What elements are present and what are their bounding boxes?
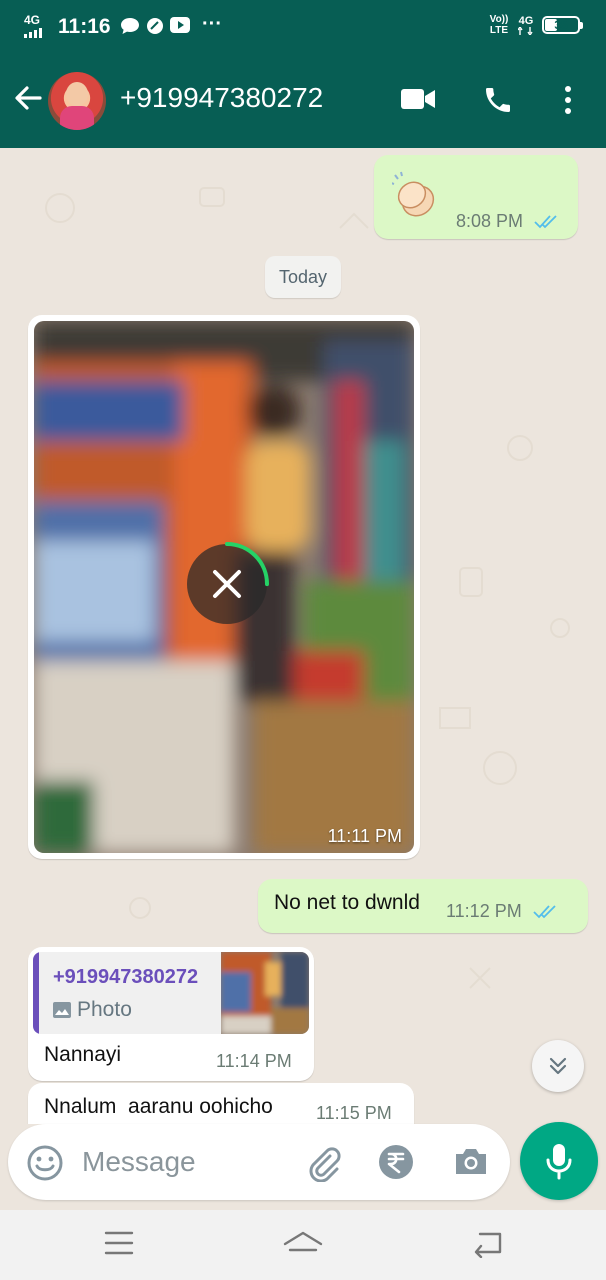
message-time: 11:11 PM bbox=[327, 826, 402, 846]
rupee-icon[interactable] bbox=[378, 1144, 414, 1180]
quote-accent-bar bbox=[33, 952, 39, 1034]
date-divider: Today bbox=[265, 256, 341, 298]
signal-icon bbox=[24, 28, 42, 38]
message-time: 11:14 PM bbox=[216, 1051, 292, 1071]
cancel-download-icon[interactable] bbox=[184, 541, 270, 627]
back-nav-icon[interactable] bbox=[472, 1230, 504, 1258]
more-vert-icon[interactable] bbox=[556, 84, 580, 116]
message-text: Nannayi bbox=[44, 1043, 122, 1066]
clock: 11:16 bbox=[58, 15, 111, 38]
home-icon[interactable] bbox=[282, 1230, 324, 1260]
message-input[interactable] bbox=[82, 1144, 282, 1180]
battery-icon: 35 bbox=[542, 16, 583, 34]
scroll-down-button[interactable] bbox=[532, 1040, 584, 1092]
quoted-sender: +919947380272 bbox=[53, 966, 199, 988]
quoted-type-label: Photo bbox=[77, 998, 132, 1021]
battery-level: 35 bbox=[554, 18, 568, 32]
message-text: Nnalum aaranu oohicho bbox=[44, 1095, 273, 1118]
message-notification-icon bbox=[121, 18, 139, 34]
app-notification-icon bbox=[147, 18, 163, 34]
attach-icon[interactable] bbox=[304, 1144, 342, 1182]
status-right: Vo)) LTE 4G 35 bbox=[488, 14, 583, 36]
chat-area[interactable]: 8:08 PM Today 11:11 PM No net to dwnld 1… bbox=[0, 148, 606, 1124]
message-time: 8:08 PM bbox=[456, 211, 524, 231]
chat-header: +919947380272 bbox=[0, 52, 606, 148]
status-bar: 4G 11:16 ··· Vo)) LTE 4G 35 bbox=[0, 0, 606, 52]
quoted-photo-thumbnail bbox=[221, 952, 309, 1034]
network-indicator: 4G bbox=[24, 14, 46, 38]
lte-indicator: 4G bbox=[518, 14, 534, 35]
message-photo[interactable]: 11:11 PM bbox=[28, 315, 420, 859]
avatar-face bbox=[66, 82, 88, 106]
contact-avatar[interactable] bbox=[48, 72, 106, 130]
video-call-icon[interactable] bbox=[400, 84, 436, 114]
clapping-hands-emoji bbox=[392, 171, 435, 217]
youtube-icon bbox=[170, 17, 190, 33]
contact-name[interactable]: +919947380272 bbox=[120, 82, 323, 114]
message-text: No net to dwnld bbox=[274, 891, 420, 914]
top-app-bar: 4G 11:16 ··· Vo)) LTE 4G 35 +91994738027… bbox=[0, 0, 606, 148]
message-last[interactable]: Nnalum aaranu oohicho 11:15 PM bbox=[28, 1083, 414, 1124]
notification-icons: ··· bbox=[120, 13, 222, 35]
photo-icon bbox=[53, 1002, 71, 1018]
quoted-type: Photo bbox=[53, 998, 132, 1022]
volte-indicator: Vo)) LTE bbox=[489, 14, 509, 36]
message-composer bbox=[8, 1124, 510, 1200]
message-meta: 11:12 PM bbox=[446, 901, 559, 922]
scroll-down-icon bbox=[549, 1057, 567, 1075]
double-tick-icon bbox=[533, 905, 556, 919]
phone-icon[interactable] bbox=[482, 84, 514, 116]
camera-icon[interactable] bbox=[452, 1144, 490, 1180]
more-notifications-icon: ··· bbox=[202, 13, 222, 35]
data-arrows-icon bbox=[518, 26, 533, 35]
recent-apps-icon[interactable] bbox=[104, 1230, 134, 1256]
message-meta: 8:08 PM bbox=[456, 211, 560, 232]
back-arrow-icon[interactable] bbox=[12, 82, 44, 114]
voice-record-button[interactable] bbox=[520, 1122, 598, 1200]
avatar-figure bbox=[60, 106, 94, 130]
quoted-message[interactable]: +919947380272 Photo bbox=[33, 952, 309, 1034]
lte-label: 4G bbox=[518, 14, 534, 27]
network-type: 4G bbox=[24, 13, 41, 27]
mic-icon bbox=[546, 1144, 572, 1180]
message-no-net[interactable]: No net to dwnld 11:12 PM bbox=[258, 879, 588, 933]
system-nav-bar bbox=[0, 1210, 606, 1280]
message-clap-emoji[interactable]: 8:08 PM bbox=[374, 155, 578, 239]
blurred-photo[interactable] bbox=[34, 321, 414, 853]
message-time: 11:15 PM bbox=[316, 1103, 392, 1123]
message-reply[interactable]: +919947380272 Photo Nannayi 11:14 PM bbox=[28, 947, 314, 1081]
double-tick-icon bbox=[534, 215, 557, 229]
emoji-icon[interactable] bbox=[26, 1144, 64, 1182]
message-time: 11:12 PM bbox=[446, 901, 522, 921]
